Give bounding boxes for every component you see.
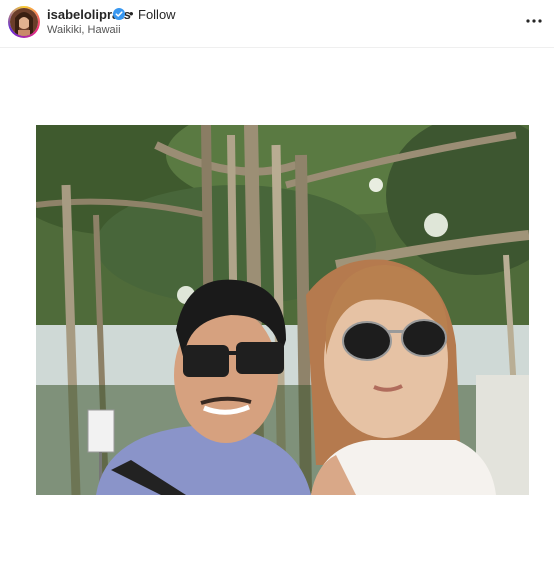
more-options-icon[interactable]	[524, 14, 544, 28]
follow-button[interactable]: Follow	[138, 7, 176, 22]
profile-avatar[interactable]	[8, 6, 40, 38]
post-header: isabeloliprats • Follow Waikiki, Hawaii	[0, 0, 554, 48]
separator-dot: •	[129, 6, 134, 21]
post-photo[interactable]	[36, 125, 529, 495]
location-link[interactable]: Waikiki, Hawaii	[47, 24, 121, 36]
avatar-image	[10, 8, 38, 36]
verified-badge-icon	[113, 8, 125, 20]
